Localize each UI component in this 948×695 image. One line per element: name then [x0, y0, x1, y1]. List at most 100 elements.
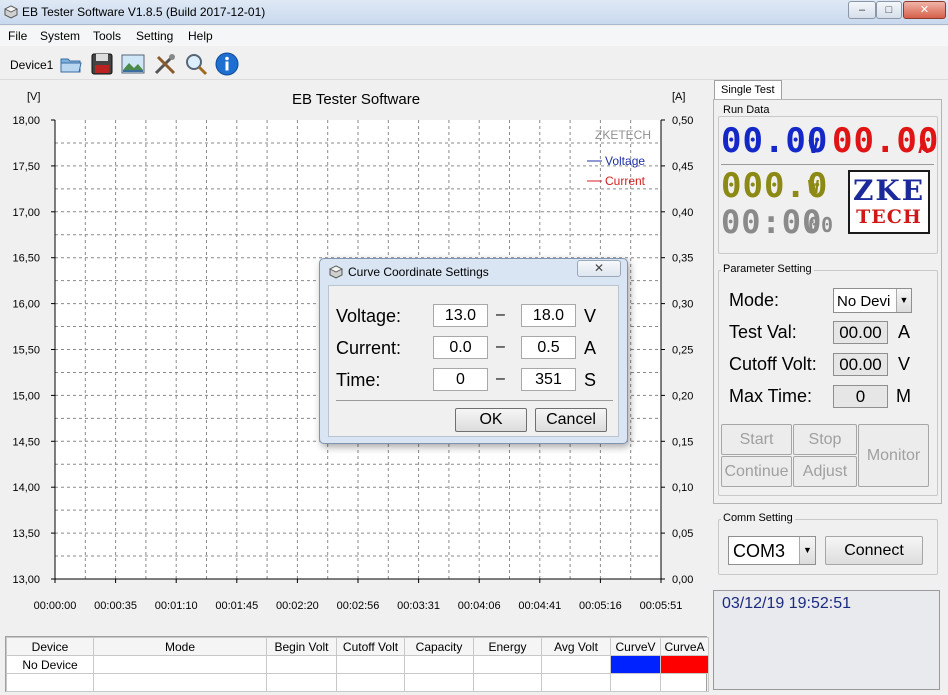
ok-button[interactable]: OK — [455, 408, 527, 432]
y-right-tick-label: 0,15 — [672, 436, 693, 448]
run-data-label: Run Data — [721, 104, 772, 116]
y-right-tick-label: 0,30 — [672, 299, 693, 311]
y-left-tick-label: 16,50 — [12, 253, 40, 265]
chart-title: EB Tester Software — [292, 91, 420, 108]
results-table[interactable]: Device Mode Begin Volt Cutoff Volt Capac… — [5, 636, 709, 692]
x-tick-label: 00:04:41 — [518, 600, 561, 612]
voltage-range-dash: – — [496, 306, 505, 323]
minimize-button[interactable]: – — [848, 1, 876, 19]
y-right-tick-label: 0,50 — [672, 115, 693, 127]
lcd-current-unit: A — [918, 137, 930, 158]
chevron-down-icon[interactable]: ▼ — [896, 289, 911, 312]
chevron-down-icon[interactable]: ▼ — [799, 537, 815, 564]
menu-system[interactable]: System — [40, 29, 80, 43]
mode-dropdown[interactable]: No Devi ▼ — [833, 288, 912, 313]
x-tick-label: 00:04:06 — [458, 600, 501, 612]
adjust-button[interactable]: Adjust — [793, 456, 857, 487]
com-port-value: COM3 — [733, 541, 786, 561]
test-val-label: Test Val: — [729, 322, 797, 342]
col-curvea[interactable]: CurveA — [660, 637, 709, 656]
cell-mode — [93, 655, 267, 674]
window-title-bar: EB Tester Software V1.8.5 (Build 2017-12… — [0, 0, 948, 25]
cell-begin-volt — [266, 655, 337, 674]
y-left-unit-label: [V] — [27, 91, 40, 103]
lcd-divider — [721, 164, 934, 165]
y-right-tick-label: 0,00 — [672, 574, 693, 586]
time-unit: S — [584, 370, 597, 390]
cutoff-volt-field[interactable]: 00.00 — [833, 353, 888, 376]
current-min-input[interactable]: 0.0 — [433, 336, 488, 359]
col-energy[interactable]: Energy — [473, 637, 542, 656]
max-time-field[interactable]: 0 — [833, 385, 888, 408]
current-unit: A — [584, 338, 597, 358]
time-min-input[interactable]: 0 — [433, 368, 488, 391]
y-right-tick-label: 0,10 — [672, 482, 693, 494]
toolbar: Device1 — [0, 47, 948, 80]
voltage-max-input[interactable]: 18.0 — [521, 304, 576, 327]
current-max-input[interactable]: 0.5 — [521, 336, 576, 359]
col-device[interactable]: Device — [6, 637, 94, 656]
legend-voltage-label: Voltage — [605, 154, 645, 168]
col-mode[interactable]: Mode — [93, 637, 267, 656]
search-magnifier-icon[interactable] — [183, 51, 209, 77]
cell-curvev-color[interactable] — [610, 655, 661, 674]
start-button[interactable]: Start — [721, 424, 792, 455]
info-icon[interactable] — [214, 51, 240, 77]
close-button[interactable]: ✕ — [903, 1, 946, 19]
monitor-button[interactable]: Monitor — [858, 424, 929, 487]
y-right-tick-label: 0,05 — [672, 528, 693, 540]
x-tick-label: 00:01:10 — [155, 600, 198, 612]
menu-tools[interactable]: Tools — [93, 29, 121, 43]
cutoff-volt-label: Cutoff Volt: — [729, 354, 817, 374]
col-curvev[interactable]: CurveV — [610, 637, 661, 656]
image-icon[interactable] — [120, 51, 146, 77]
table-row-empty — [6, 673, 709, 692]
col-avg-volt[interactable]: Avg Volt — [541, 637, 611, 656]
menu-setting[interactable]: Setting — [136, 29, 173, 43]
x-tick-label: 00:05:16 — [579, 600, 622, 612]
menu-help[interactable]: Help — [188, 29, 213, 43]
parameter-setting-label: Parameter Setting — [721, 263, 814, 275]
device-selector[interactable]: Device1 — [10, 58, 53, 72]
logo-line1: ZKE — [852, 174, 926, 207]
current-label: Current: — [336, 338, 402, 358]
y-left-tick-label: 13,50 — [12, 528, 40, 540]
voltage-label: Voltage: — [336, 306, 402, 326]
dialog-close-button[interactable]: ✕ — [577, 260, 621, 277]
tab-single-test[interactable]: Single Test — [714, 80, 782, 100]
x-tick-label: 00:02:20 — [276, 600, 319, 612]
voltage-min-input[interactable]: 13.0 — [433, 304, 488, 327]
cell-device: No Device — [6, 655, 94, 674]
y-left-tick-label: 13,00 — [12, 574, 40, 586]
cancel-button[interactable]: Cancel — [535, 408, 607, 432]
stop-button[interactable]: Stop — [793, 424, 857, 455]
y-right-tick-label: 0,40 — [672, 207, 693, 219]
mode-label: Mode: — [729, 290, 780, 310]
y-left-tick-label: 16,00 — [12, 299, 40, 311]
table-header-row: Device Mode Begin Volt Cutoff Volt Capac… — [6, 637, 709, 656]
maximize-button[interactable]: □ — [876, 1, 902, 19]
continue-button[interactable]: Continue — [721, 456, 792, 487]
voltage-unit: V — [584, 306, 597, 326]
save-disk-icon[interactable] — [89, 51, 115, 77]
col-cutoff-volt[interactable]: Cutoff Volt — [336, 637, 405, 656]
col-begin-volt[interactable]: Begin Volt — [266, 637, 337, 656]
time-max-input[interactable]: 351 — [521, 368, 576, 391]
com-port-dropdown[interactable]: COM3 ▼ — [728, 536, 816, 565]
window-title: EB Tester Software V1.8.5 (Build 2017-12… — [22, 5, 266, 19]
x-tick-label: 00:03:31 — [397, 600, 440, 612]
menu-bar: File System Tools Setting Help — [0, 26, 948, 46]
cell-curvea-color[interactable] — [660, 655, 709, 674]
current-range-dash: – — [496, 338, 505, 355]
x-tick-label: 00:02:56 — [337, 600, 380, 612]
col-capacity[interactable]: Capacity — [404, 637, 474, 656]
test-val-field[interactable]: 00.00 — [833, 321, 888, 344]
chart-watermark: ZKETECH — [595, 128, 651, 142]
mode-dropdown-value: No Devi — [837, 293, 891, 310]
menu-file[interactable]: File — [8, 29, 27, 43]
table-row[interactable]: No Device — [6, 655, 709, 674]
open-folder-icon[interactable] — [58, 51, 84, 77]
connect-button[interactable]: Connect — [825, 536, 923, 565]
dialog-separator — [336, 400, 613, 401]
tools-icon[interactable] — [152, 51, 178, 77]
